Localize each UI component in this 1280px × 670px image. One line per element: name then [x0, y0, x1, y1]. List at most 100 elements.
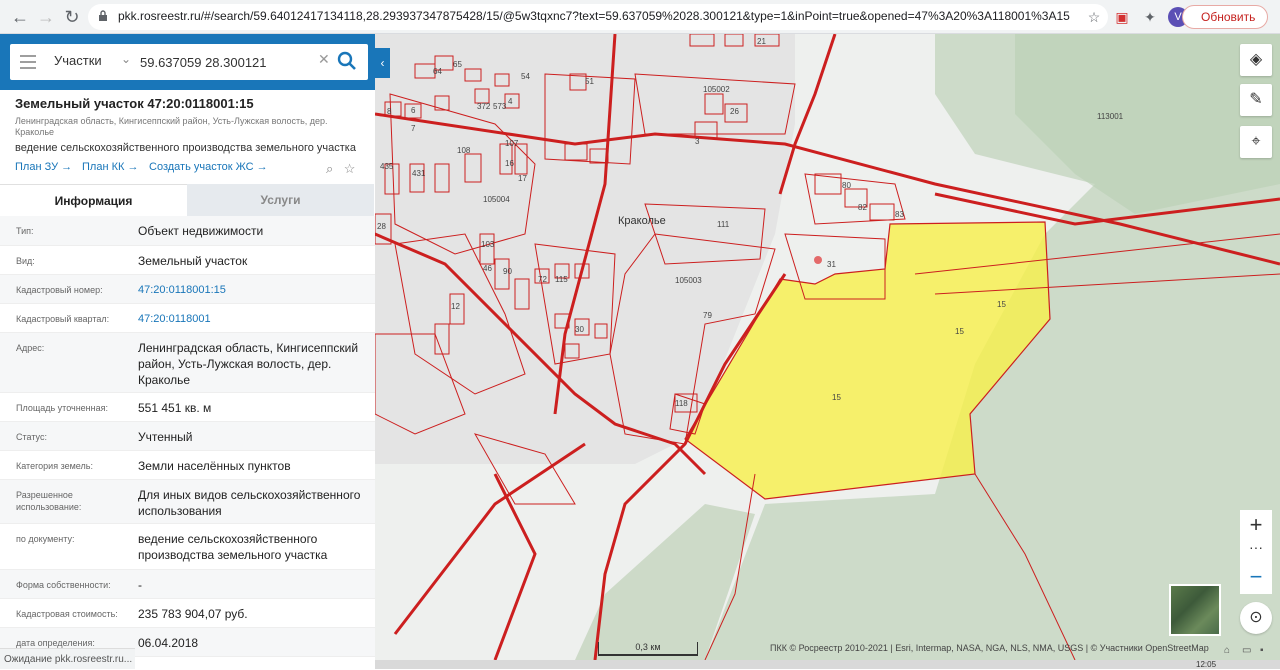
info-label: Категория земель:	[16, 461, 93, 471]
info-value-link[interactable]: 47:20:0118001	[138, 311, 363, 327]
info-row: Адрес: Ленинградская область, Кингисеппск…	[0, 333, 375, 393]
parcel-number: 7	[411, 124, 416, 133]
tab-info[interactable]: Информация	[0, 184, 187, 216]
info-value: 235 783 904,07 руб.	[138, 607, 248, 621]
info-value: 551 451 кв. м	[138, 401, 212, 415]
parcel-number: 12	[451, 302, 460, 311]
status-bar: Ожидание pkk.rosreestr.ru...	[0, 648, 135, 669]
info-label: Площадь уточненная:	[16, 403, 108, 413]
back-icon[interactable]: ←	[8, 5, 32, 29]
parcel-number: 103	[481, 240, 495, 249]
plan-zu-label: План ЗУ	[15, 161, 59, 173]
menu-icon[interactable]	[20, 55, 36, 69]
info-row: Кадастровый квартал: 47:20:0118001	[0, 304, 375, 333]
parcel-number: 108	[457, 146, 471, 155]
info-panel: Участки ⌄ ✕ Земельный участок 47:20:0118…	[0, 34, 375, 669]
parcel-number: 21	[757, 37, 766, 46]
search-type-select[interactable]: Участки	[54, 53, 102, 68]
parcel-number: 64	[433, 67, 442, 76]
parcel-number: 4	[508, 97, 513, 106]
collapse-panel-button[interactable]: ‹	[375, 48, 390, 78]
cadastral-map[interactable]: 65 64 51 21 54 105002 113001 372 573 8 6…	[375, 34, 1280, 660]
plan-kk-link[interactable]: План КК →	[82, 161, 138, 173]
info-value: Земельный участок	[138, 254, 248, 268]
search-input[interactable]	[140, 51, 320, 73]
plan-zu-link[interactable]: План ЗУ →	[15, 161, 72, 173]
create-parcel-label: Создать участок ЖС	[149, 161, 254, 173]
basemap-thumbnail[interactable]	[1169, 584, 1221, 636]
parcel-number: 80	[842, 181, 851, 190]
parcel-number: 6	[411, 106, 416, 115]
parcel-number: 72	[538, 275, 547, 284]
village-label: Краколье	[618, 215, 666, 227]
info-row: Кадастровая стоимость: 235 783 904,07 руб…	[0, 599, 375, 628]
info-label: Тип:	[16, 226, 34, 236]
info-value: ведение сельскохозяйственного производст…	[138, 532, 328, 562]
road	[493, 473, 537, 660]
pdf-extension-icon[interactable]: ▣	[1112, 7, 1132, 27]
info-value: -	[138, 578, 142, 592]
parcel-number: 573	[493, 102, 507, 111]
parcel-use: ведение сельскохозяйственного производст…	[15, 142, 356, 154]
browser-toolbar: ← → ↻ pkk.rosreestr.ru/#/search/59.64012…	[0, 0, 1280, 34]
tab-bar: Информация Услуги	[0, 184, 375, 216]
taskbar-strip	[375, 660, 1280, 669]
lock-icon	[99, 10, 107, 21]
zoom-to-parcel-icon[interactable]: ⌕	[326, 161, 333, 176]
info-row: Площадь уточненная: 551 451 кв. м	[0, 393, 375, 422]
zoom-out-button[interactable]: −	[1240, 562, 1272, 594]
star-icon[interactable]: ☆	[1084, 7, 1104, 27]
parcel-number: 15	[955, 327, 964, 336]
parcel-number: 105003	[675, 276, 702, 285]
print-icon[interactable]: ▭	[1242, 645, 1251, 656]
map-attribution: ПКК © Росреестр 2010-2021 | Esri, Interm…	[770, 643, 1209, 653]
parcel-number: 115	[555, 275, 568, 284]
reload-icon[interactable]: ↻	[60, 5, 84, 29]
search-box: Участки ⌄ ✕	[10, 44, 368, 80]
info-label: Адрес:	[16, 343, 45, 353]
parcel-number: 90	[503, 267, 512, 276]
url-text: pkk.rosreestr.ru/#/search/59.64012417134…	[118, 9, 1070, 23]
ruler-icon[interactable]: ✎	[1240, 84, 1272, 116]
search-icon[interactable]	[336, 50, 358, 72]
locate-icon[interactable]: ⌖	[1240, 126, 1272, 158]
parcel-address: Ленинградская область, Кингисеппский рай…	[15, 116, 328, 137]
address-bar[interactable]: pkk.rosreestr.ru/#/search/59.64012417134…	[88, 4, 1108, 30]
save-icon[interactable]: ▪	[1260, 645, 1264, 656]
parcel-number: 118	[675, 399, 688, 408]
parcel-number: 113001	[1097, 112, 1124, 121]
update-button[interactable]: Обновить	[1182, 5, 1268, 29]
zoom-in-button[interactable]: +	[1240, 510, 1272, 542]
info-label: Кадастровый номер:	[16, 285, 103, 295]
extensions-icon[interactable]: ✦	[1140, 7, 1160, 27]
map-canvas: 65 64 51 21 54 105002 113001 372 573 8 6…	[375, 34, 1280, 660]
info-value: Для иных видов сельскохозяйственного исп…	[138, 488, 361, 518]
parcel-number: 8	[387, 107, 392, 116]
layers-icon[interactable]: ◈	[1240, 44, 1272, 76]
parcel-number: 15	[832, 393, 841, 402]
parcel-number: 26	[730, 107, 739, 116]
parcel-number: 17	[518, 174, 527, 183]
info-row: Категория земель: Земли населённых пункто…	[0, 451, 375, 480]
plan-kk-label: План КК	[82, 161, 125, 173]
clear-icon[interactable]: ✕	[318, 51, 330, 68]
more-icon[interactable]: ···	[1240, 540, 1272, 562]
parcel-number: 105002	[703, 85, 730, 94]
parcel-number: 111	[717, 220, 730, 229]
info-value-link[interactable]: 47:20:0118001:15	[138, 282, 363, 298]
building-marker	[814, 256, 822, 264]
panel-actions: ⌕ ☆	[320, 160, 355, 178]
clock: 12:05	[1196, 660, 1217, 669]
compass-icon[interactable]: ⊙	[1240, 602, 1272, 634]
forward-icon[interactable]: →	[34, 5, 58, 29]
favorite-star-icon[interactable]: ☆	[344, 161, 356, 176]
parcel-number: 31	[827, 260, 836, 269]
tab-services[interactable]: Услуги	[187, 184, 374, 216]
create-parcel-link[interactable]: Создать участок ЖС →	[149, 161, 268, 173]
info-label: Статус:	[16, 432, 47, 442]
chevron-down-icon[interactable]: ⌄	[121, 52, 131, 66]
info-label: Вид:	[16, 256, 35, 266]
home-icon[interactable]: ⌂	[1224, 645, 1230, 656]
info-row: Разрешенное использование: Для иных видов…	[0, 480, 375, 524]
scale-bar: 0,3 км	[598, 642, 698, 656]
